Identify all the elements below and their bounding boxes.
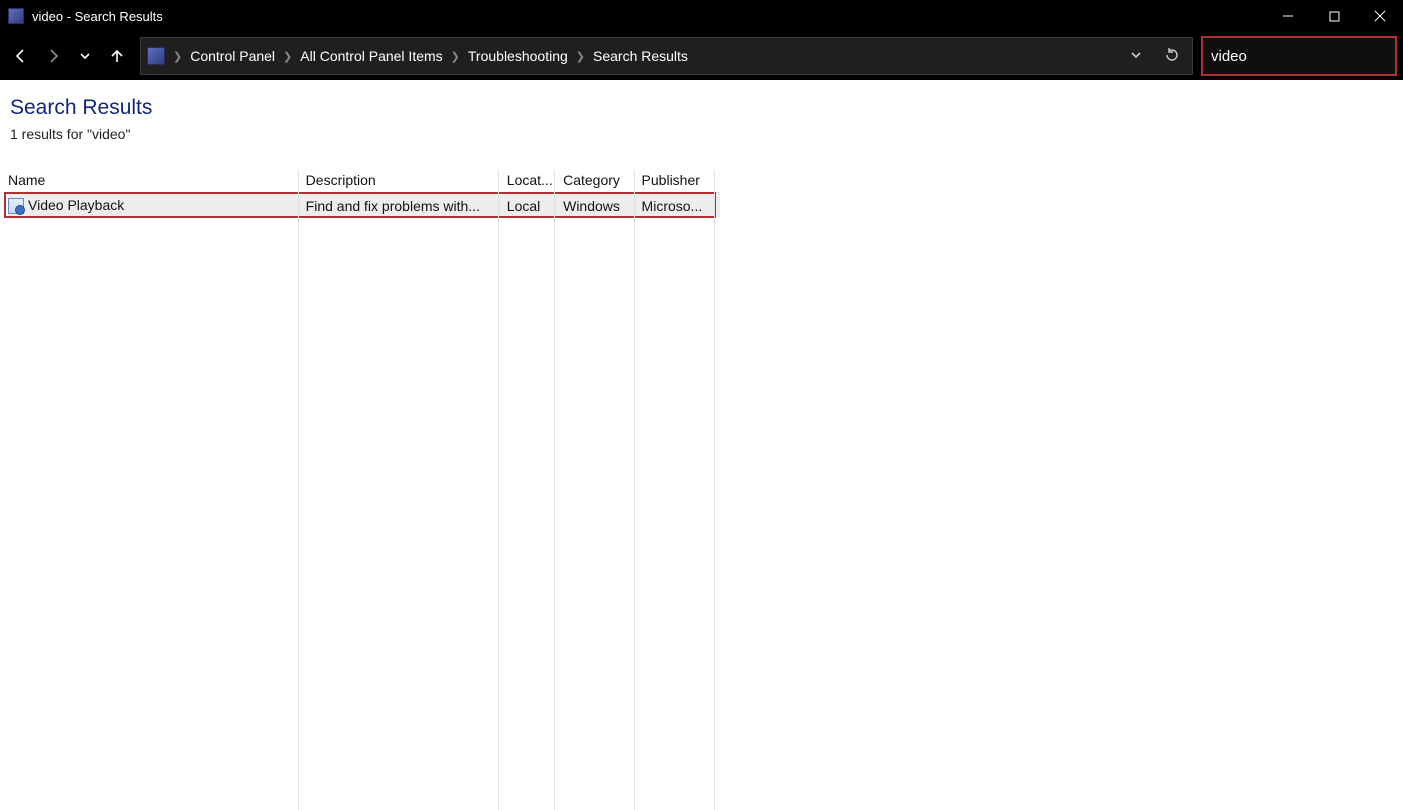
content-area: Search Results 1 results for "video" Nam… <box>0 80 1403 723</box>
address-bar[interactable]: ❯ Control Panel ❯ All Control Panel Item… <box>140 37 1193 75</box>
maximize-button[interactable] <box>1311 0 1357 32</box>
search-input[interactable] <box>1211 48 1403 65</box>
column-header-location[interactable]: Locat... <box>507 170 563 193</box>
address-dropdown-button[interactable] <box>1122 49 1150 64</box>
cell-category: Windows <box>563 193 641 219</box>
column-header-category[interactable]: Category <box>563 170 641 193</box>
column-header-publisher[interactable]: Publisher <box>642 170 720 193</box>
search-box[interactable]: ✕ <box>1201 36 1397 76</box>
column-header-description[interactable]: Description <box>306 170 507 193</box>
back-button[interactable] <box>6 41 36 71</box>
minimize-button[interactable] <box>1265 0 1311 32</box>
recent-locations-button[interactable] <box>70 41 100 71</box>
breadcrumb-item[interactable]: Search Results <box>593 48 688 64</box>
forward-button[interactable] <box>38 41 68 71</box>
up-button[interactable] <box>102 41 132 71</box>
results-table: Name Description Locat... Category Publi… <box>8 170 720 218</box>
chevron-right-icon[interactable]: ❯ <box>173 50 182 63</box>
cell-publisher: Microso... <box>642 193 720 219</box>
cell-description: Find and fix problems with... <box>306 193 507 219</box>
breadcrumb-item[interactable]: Control Panel <box>190 48 275 64</box>
title-bar: video - Search Results <box>0 0 1403 32</box>
chevron-right-icon[interactable]: ❯ <box>283 50 292 63</box>
table-row[interactable]: Video Playback Find and fix problems wit… <box>8 193 720 219</box>
page-title: Search Results <box>10 96 1395 120</box>
results-table-wrap: Name Description Locat... Category Publi… <box>8 170 1395 218</box>
table-header-row: Name Description Locat... Category Publi… <box>8 170 720 193</box>
cell-name: Video Playback <box>8 193 306 219</box>
nav-bar: ❯ Control Panel ❯ All Control Panel Item… <box>0 32 1403 80</box>
chevron-right-icon[interactable]: ❯ <box>576 50 585 63</box>
column-separator <box>714 170 715 810</box>
app-icon <box>8 8 24 24</box>
column-header-name[interactable]: Name <box>8 170 306 193</box>
column-separator <box>634 170 635 810</box>
close-button[interactable] <box>1357 0 1403 32</box>
breadcrumb-item[interactable]: All Control Panel Items <box>300 48 442 64</box>
column-separator <box>298 170 299 810</box>
chevron-right-icon[interactable]: ❯ <box>451 50 460 63</box>
column-separator <box>498 170 499 810</box>
troubleshooter-icon <box>8 198 24 214</box>
refresh-button[interactable] <box>1158 47 1186 66</box>
breadcrumb-item[interactable]: Troubleshooting <box>468 48 568 64</box>
row-name-text: Video Playback <box>28 197 124 213</box>
window-title: video - Search Results <box>32 9 163 24</box>
results-summary: 1 results for "video" <box>10 126 1395 142</box>
column-separator <box>554 170 555 810</box>
cell-location: Local <box>507 193 563 219</box>
location-icon <box>147 47 165 65</box>
